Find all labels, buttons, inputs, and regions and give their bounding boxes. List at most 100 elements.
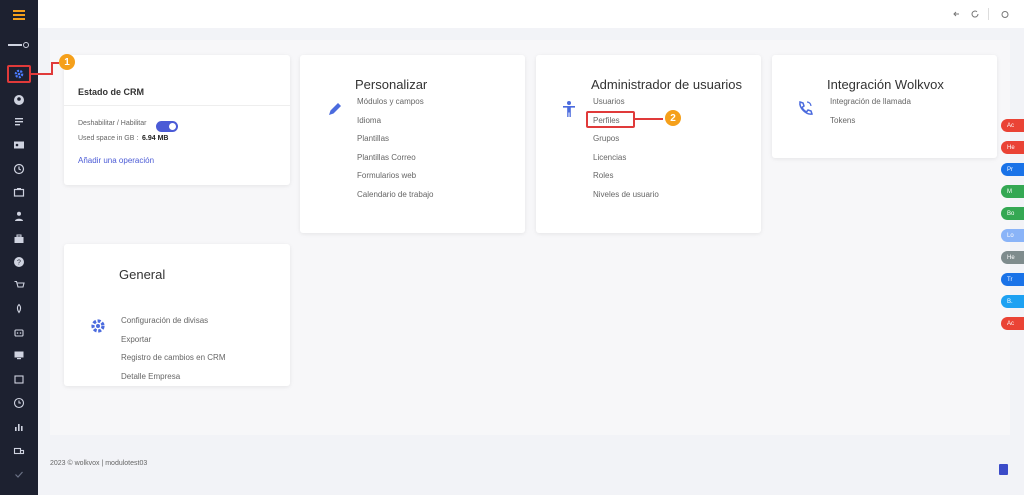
link-niveles-usuario[interactable]: Niveles de usuario [593, 190, 659, 199]
briefcase-icon [13, 188, 25, 197]
power-icon[interactable] [1000, 9, 1010, 19]
floating-button[interactable]: Pr [1001, 163, 1024, 176]
space-label: Used space in GB : [78, 135, 139, 142]
personalizar-title: Personalizar [355, 77, 428, 92]
sidebar-item-history[interactable] [7, 160, 31, 178]
truck-icon [13, 447, 25, 455]
space-value: 6.94 MB [142, 135, 169, 142]
sidebar-item-users[interactable] [7, 207, 31, 225]
integration-title: Integración Wolkvox [827, 77, 944, 92]
annotation-badge-2: 2 [665, 110, 681, 126]
cart-icon [14, 280, 25, 288]
floating-button[interactable]: Tr [1001, 273, 1024, 286]
floating-button[interactable]: M [1001, 185, 1024, 198]
link-grupos[interactable]: Grupos [593, 134, 619, 143]
floating-button[interactable]: B. [1001, 295, 1024, 308]
case-icon [14, 234, 24, 243]
sidebar-item-cart[interactable] [7, 276, 31, 294]
link-tokens[interactable]: Tokens [830, 116, 855, 125]
link-licencias[interactable]: Licencias [593, 153, 626, 162]
sidebar-item-list[interactable] [7, 113, 31, 131]
link-modulos-campos[interactable]: Módulos y campos [357, 97, 424, 106]
floating-button-label: Pr [1007, 166, 1013, 173]
link-registro-cambios[interactable]: Registro de cambios en CRM [121, 353, 225, 362]
link-configuracion-divisas[interactable]: Configuración de divisas [121, 316, 208, 325]
footer-text: 2023 © wolkvox | modulotest03 [50, 460, 148, 467]
sidebar-item-bots[interactable] [7, 323, 31, 341]
sidebar-item-contacts[interactable] [7, 136, 31, 154]
bar-chart-icon [15, 424, 23, 431]
help-icon: ? [14, 257, 24, 267]
floating-button[interactable]: Ac [1001, 119, 1024, 132]
link-plantillas[interactable]: Plantillas [357, 134, 389, 143]
sidebar-item-campaigns[interactable] [7, 300, 31, 318]
hamburger-icon [13, 10, 25, 20]
crm-enable-toggle[interactable] [156, 121, 178, 132]
menu-toggle-button[interactable] [0, 0, 38, 30]
general-title: General [119, 267, 166, 282]
floating-button[interactable]: Ac [1001, 317, 1024, 330]
id-card-icon [14, 141, 24, 149]
back-icon[interactable] [952, 9, 962, 19]
sidebar-item-store[interactable] [7, 370, 31, 388]
sidebar-item-delivery[interactable] [7, 442, 31, 460]
user-admin-title: Administrador de usuarios [591, 77, 743, 92]
gear-icon [14, 69, 24, 79]
history-icon [13, 397, 25, 409]
annotation-arrow-2 [635, 118, 663, 120]
floating-button[interactable]: He [1001, 141, 1024, 154]
list-icon [15, 118, 23, 126]
floating-button-label: B. [1007, 298, 1013, 305]
chat-icon[interactable] [999, 464, 1008, 475]
floating-button-label: Ac [1007, 320, 1015, 327]
refresh-icon[interactable] [970, 9, 980, 19]
link-plantillas-correo[interactable]: Plantillas Correo [357, 153, 416, 162]
topbar-divider [988, 8, 989, 20]
sidebar-item-calendar[interactable] [7, 183, 31, 201]
divider [64, 105, 290, 106]
sidebar-item-profile[interactable] [7, 91, 31, 109]
user-admin-card: Administrador de usuarios Usuarios Perfi… [536, 55, 761, 233]
floating-button[interactable]: Lo [1001, 229, 1024, 242]
crm-status-title: Estado de CRM [78, 87, 145, 97]
link-formularios-web[interactable]: Formularios web [357, 171, 416, 180]
annotation-arrow-1-top [51, 62, 59, 64]
link-detalle-empresa[interactable]: Detalle Empresa [121, 372, 180, 381]
link-exportar[interactable]: Exportar [121, 335, 151, 344]
sidebar-item-reports[interactable] [7, 418, 31, 436]
pencil-icon [329, 103, 341, 115]
link-calendario-trabajo[interactable]: Calendario de trabajo [357, 190, 434, 199]
general-card: General Configuración de divisas Exporta… [64, 244, 290, 386]
annotation-badge-1: 1 [59, 54, 75, 70]
sidebar-item-timeline[interactable] [7, 394, 31, 412]
monitor-icon [14, 351, 24, 360]
floating-button-label: Ac [1007, 122, 1015, 129]
crm-status-card: Estado de CRM Deshabilitar / Habilitar U… [64, 55, 290, 185]
floating-button[interactable]: Bo [1001, 207, 1024, 220]
floating-button[interactable]: He [1001, 251, 1024, 264]
floating-button-label: M [1007, 188, 1012, 195]
annotation-highlight-perfiles [586, 111, 635, 128]
link-idioma[interactable]: Idioma [357, 116, 381, 125]
sidebar-item-settings[interactable] [7, 65, 31, 83]
sidebar-item-monitor[interactable] [7, 346, 31, 364]
add-operation-link[interactable]: Añadir una operación [78, 156, 154, 165]
sidebar-item-cases[interactable] [7, 230, 31, 248]
logo [8, 42, 29, 48]
sidebar-item-help[interactable]: ? [7, 253, 31, 271]
annotation-arrow-1 [31, 73, 53, 75]
link-integracion-llamada[interactable]: Integración de llamada [830, 97, 911, 106]
link-roles[interactable]: Roles [593, 171, 613, 180]
toggle-label: Deshabilitar / Habilitar [78, 120, 147, 127]
floating-button-label: He [1007, 254, 1015, 261]
link-usuarios[interactable]: Usuarios [593, 97, 625, 106]
floating-button-label: He [1007, 144, 1015, 151]
integration-card: Integración Wolkvox Integración de llama… [772, 55, 997, 158]
person-icon [15, 211, 23, 221]
svg-text:?: ? [17, 260, 21, 267]
clock-icon [13, 163, 25, 175]
gear-icon [91, 319, 105, 333]
sidebar-item-tasks[interactable] [7, 465, 31, 483]
personalizar-card: Personalizar Módulos y campos Idioma Pla… [300, 55, 525, 233]
store-icon [14, 375, 24, 384]
